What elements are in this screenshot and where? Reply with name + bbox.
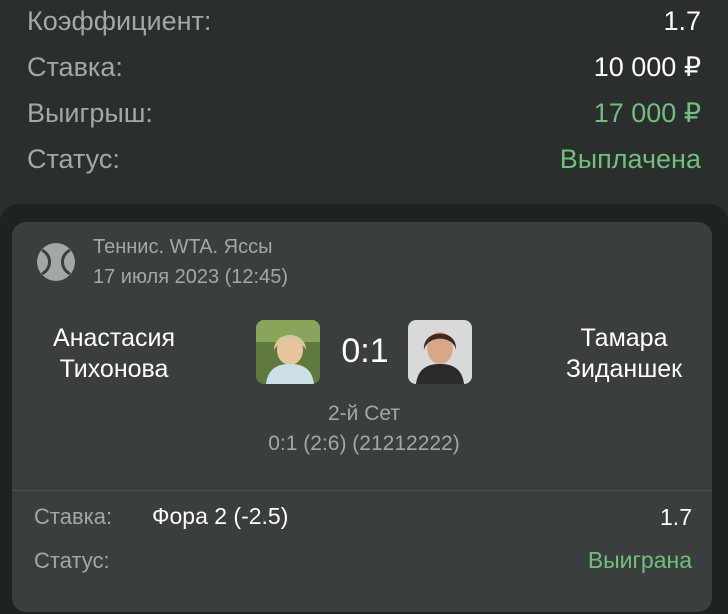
player2-first-name: Тамара xyxy=(580,324,668,352)
player1-first-name: Анастасия xyxy=(53,324,175,352)
status-label: Статус: xyxy=(27,144,120,174)
player2-last-name: Зиданшек xyxy=(565,355,683,383)
bet-label: Ставка: xyxy=(34,504,113,529)
win-label: Выигрыш: xyxy=(27,98,153,128)
bet-coef: 1.7 xyxy=(660,504,692,530)
coef-label: Коэффициент: xyxy=(27,6,212,36)
player1-last-name: Тихонова xyxy=(59,355,169,383)
event-date: 17 июля 2023 (12:45) xyxy=(93,266,289,288)
coef-value: 1.7 xyxy=(663,6,701,36)
tennis-ball-icon xyxy=(37,243,75,281)
status-row: Статус: Выплачена xyxy=(27,144,701,184)
current-set: 2-й Сет xyxy=(327,402,400,425)
divider xyxy=(12,490,712,491)
set-score: 0:1 (2:6) (21212222) xyxy=(268,432,460,455)
win-value: 17 000 ₽ xyxy=(593,98,701,128)
stake-row: Ставка: 10 000 ₽ xyxy=(27,52,701,92)
bet-market: Фора 2 (-2.5) xyxy=(152,503,289,529)
win-row: Выигрыш: 17 000 ₽ xyxy=(27,98,701,138)
bet-summary: Коэффициент: 1.7 Ставка: 10 000 ₽ Выигры… xyxy=(0,0,728,205)
bet-status-value: Выиграна xyxy=(587,547,692,573)
stake-label: Ставка: xyxy=(27,52,123,82)
coef-row: Коэффициент: 1.7 xyxy=(27,6,701,46)
player1-name: Анастасия Тихонова xyxy=(34,323,194,385)
player1-avatar xyxy=(256,320,320,384)
match-score: 0:1 xyxy=(341,332,389,370)
player2-avatar xyxy=(408,320,472,384)
status-value: Выплачена xyxy=(559,144,701,174)
player2-name: Тамара Зиданшек xyxy=(544,323,704,385)
stake-value: 10 000 ₽ xyxy=(593,52,701,82)
tournament-name: Теннис. WTA. Яссы xyxy=(93,236,273,258)
bet-status-label: Статус: xyxy=(34,548,110,573)
